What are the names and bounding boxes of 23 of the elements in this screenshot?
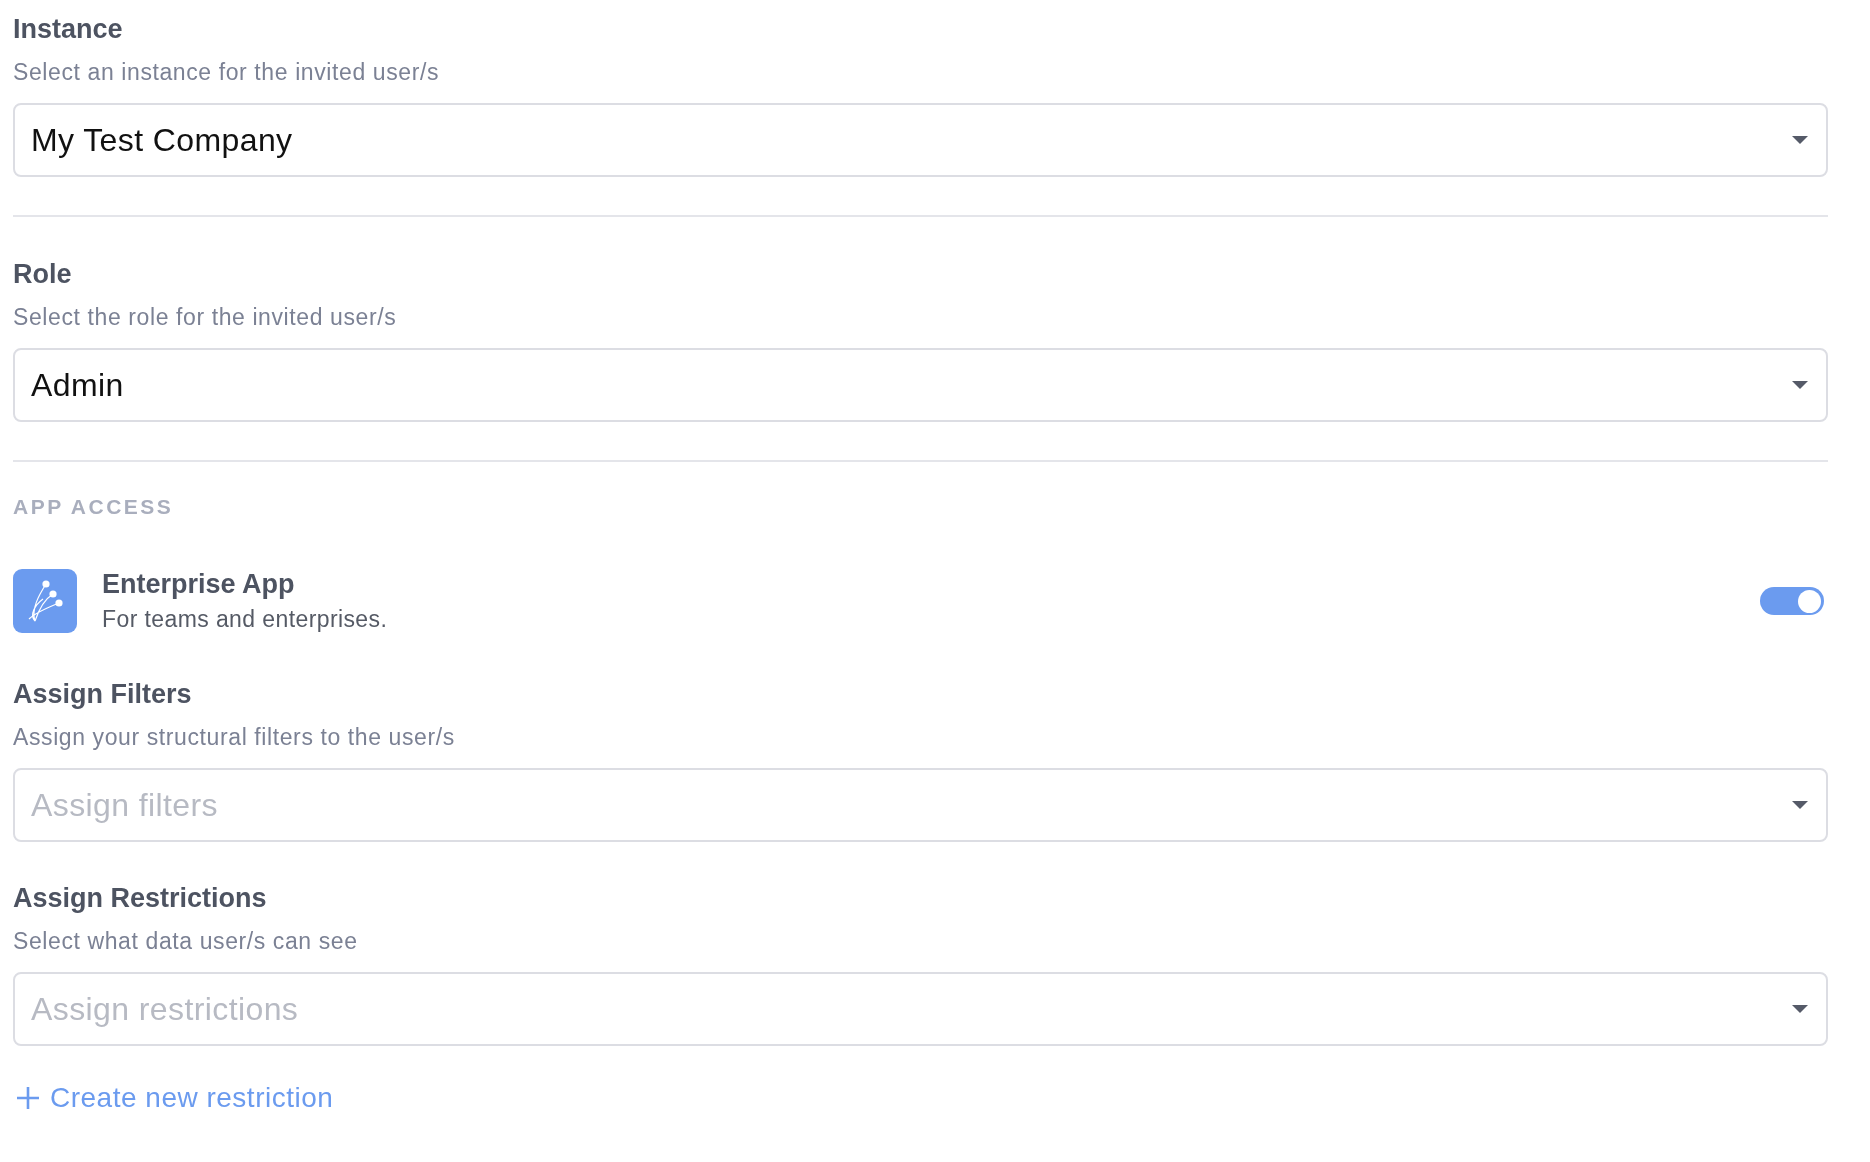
toggle-switch[interactable] [1760,587,1824,615]
field-hint: Select the role for the invited user/s [13,303,397,332]
caret-icon [1792,801,1808,809]
field-hint: Select what data user/s can see [13,927,358,956]
field-hint: Assign your structural filters to the user/s [13,723,455,752]
app-name: Enterprise App [102,568,295,600]
dropdown-field[interactable]: Admin [13,348,1828,422]
dropdown-field[interactable]: My Test Company [13,103,1828,177]
create-restriction-link[interactable]: Create new restriction [17,1081,334,1115]
caret-icon [1792,381,1808,389]
field-label: Assign Filters [13,678,192,711]
caret-icon [1792,136,1808,144]
app-description: For teams and enterprises. [102,605,388,634]
section-heading: APP ACCESS [13,494,174,520]
dropdown-field[interactable]: Assign filters [13,768,1828,842]
plus-icon [17,1087,39,1109]
caret-icon [1792,1005,1808,1013]
field-label: Role [13,258,72,291]
field-hint: Select an instance for the invited user/s [13,58,440,87]
app-icon [13,569,77,633]
dropdown-field[interactable]: Assign restrictions [13,972,1828,1046]
field-label: Assign Restrictions [13,882,267,915]
field-label: Instance [13,13,123,46]
